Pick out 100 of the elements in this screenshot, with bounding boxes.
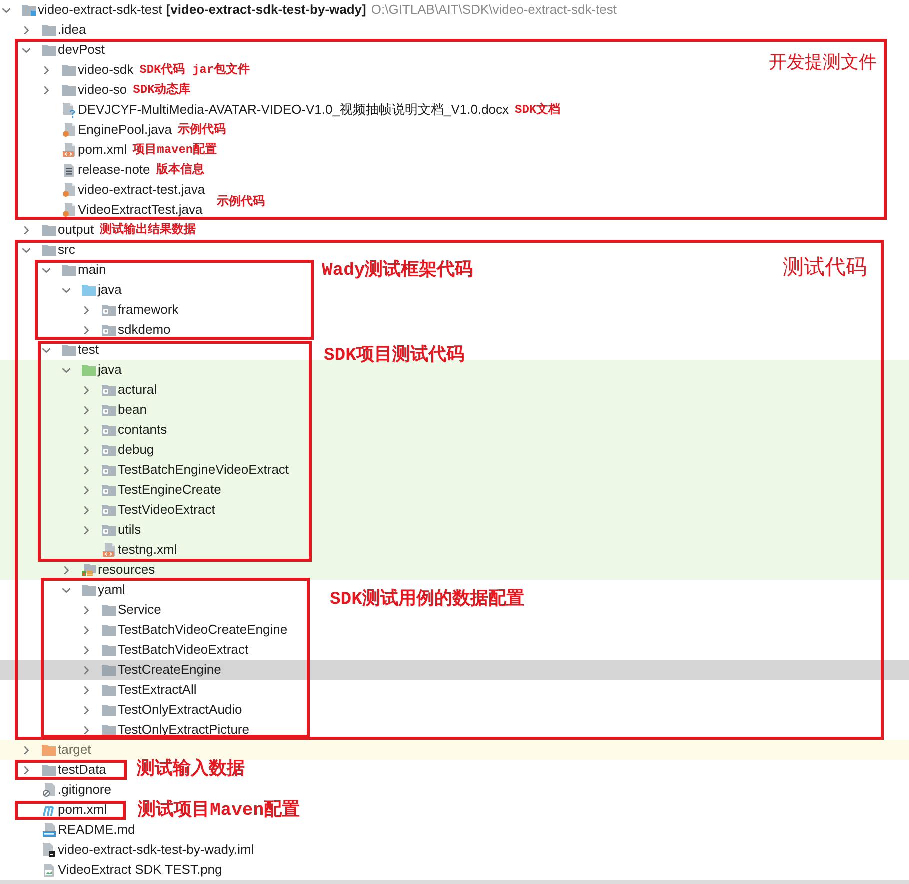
tree-row[interactable]: video-so SDK动态库 — [0, 80, 191, 100]
folder-icon — [62, 84, 76, 96]
tree-row[interactable]: TestCreateEngine — [0, 660, 909, 680]
tree-row[interactable]: Service — [0, 600, 162, 620]
folder-icon — [82, 584, 96, 596]
chevron-icon[interactable] — [84, 486, 89, 494]
tree-row[interactable]: src — [0, 240, 76, 260]
annotation-label: 示例代码 — [217, 194, 265, 210]
package-folder-icon — [102, 464, 116, 476]
tree-row[interactable]: java — [0, 280, 122, 300]
item-name: TestBatchEngineVideoExtract — [118, 463, 290, 477]
tree-row[interactable]: TestVideoExtract — [0, 500, 909, 520]
package-folder-icon — [102, 384, 116, 396]
chevron-icon[interactable] — [22, 48, 31, 52]
chevron-icon[interactable] — [22, 248, 31, 252]
chevron-icon[interactable] — [84, 466, 89, 474]
tree-row[interactable]: TestBatchVideoExtract — [0, 640, 249, 660]
chevron-icon[interactable] — [84, 406, 89, 414]
chevron-icon[interactable] — [44, 66, 49, 74]
tree-row[interactable]: contants — [0, 420, 909, 440]
chevron-icon[interactable] — [84, 726, 89, 734]
chevron-icon[interactable] — [42, 268, 51, 272]
tree-row[interactable]: video-extract-test.java — [0, 180, 206, 200]
item-name: video-sdk — [78, 63, 134, 77]
chevron-icon[interactable] — [84, 606, 89, 614]
item-name: devPost — [58, 43, 105, 57]
chevron-icon[interactable] — [84, 526, 89, 534]
tree-row[interactable]: TestBatchEngineVideoExtract — [0, 460, 909, 480]
chevron-icon[interactable] — [84, 386, 89, 394]
chevron-icon[interactable] — [84, 626, 89, 634]
tree-row[interactable]: framework — [0, 300, 179, 320]
chevron-icon[interactable] — [84, 686, 89, 694]
tree-row[interactable]: EnginePool.java 示例代码 — [0, 120, 226, 140]
chevron-icon[interactable] — [2, 8, 11, 12]
java-file-icon — [63, 203, 75, 217]
item-name: framework — [118, 303, 179, 317]
tree-row[interactable]: TestBatchVideoCreateEngine — [0, 620, 288, 640]
project-path: O:\GITLAB\AIT\SDK\video-extract-sdk-test — [371, 3, 617, 17]
tree-row[interactable]: target — [0, 740, 909, 760]
chevron-icon[interactable] — [84, 706, 89, 714]
tree-row[interactable]: TestExtractAll — [0, 680, 197, 700]
tree-row[interactable]: bean — [0, 400, 909, 420]
tree-row[interactable]: README.md — [0, 820, 136, 840]
chevron-icon[interactable] — [42, 348, 51, 352]
chevron-icon[interactable] — [24, 226, 29, 234]
item-name: video-extract-sdk-test — [38, 3, 162, 17]
chevron-icon[interactable] — [64, 566, 69, 574]
tree-row[interactable]: VideoExtractTest.java — [0, 200, 203, 220]
tree-row[interactable]: actural — [0, 380, 909, 400]
folder-icon — [42, 764, 56, 776]
item-name: java — [98, 363, 122, 377]
tree-row[interactable]: devPost — [0, 40, 105, 60]
tree-row[interactable]: testng.xml — [0, 540, 909, 560]
folder-icon — [102, 664, 116, 676]
tree-row[interactable]: TestOnlyExtractAudio — [0, 700, 242, 720]
tree-row[interactable]: video-extract-sdk-test [video-extract-sdk-test-by-wady] O:\GITLAB\AIT\SDK\video-extract-sdk-test — [0, 0, 617, 20]
item-name: utils — [118, 523, 142, 537]
folder-icon — [42, 244, 56, 256]
tree-row[interactable]: .idea — [0, 20, 86, 40]
chevron-icon[interactable] — [84, 506, 89, 514]
chevron-icon[interactable] — [62, 588, 71, 592]
tree-row[interactable]: sdkdemo — [0, 320, 171, 340]
item-name: java — [98, 283, 122, 297]
tree-row[interactable]: video-sdk SDK代码 jar包文件 — [0, 60, 250, 80]
chevron-icon[interactable] — [24, 26, 29, 34]
chevron-icon[interactable] — [84, 306, 89, 314]
tree-row[interactable]: output 测试输出结果数据 — [0, 220, 196, 240]
tree-row[interactable]: test — [0, 340, 99, 360]
chevron-icon[interactable] — [24, 766, 29, 774]
chevron-icon[interactable] — [84, 646, 89, 654]
tree-row[interactable]: yaml — [0, 580, 126, 600]
tree-row[interactable]: release-note 版本信息 — [0, 160, 204, 180]
tree-row[interactable]: testData — [0, 760, 106, 780]
tree-row[interactable]: .gitignore — [0, 780, 112, 800]
chevron-icon[interactable] — [84, 446, 89, 454]
tree-row[interactable]: debug — [0, 440, 909, 460]
item-name: VideoExtract SDK TEST.png — [58, 863, 222, 877]
m-logo-icon — [42, 804, 56, 816]
package-folder-icon — [102, 324, 116, 336]
chevron-icon[interactable] — [62, 288, 71, 292]
chevron-icon[interactable] — [84, 666, 89, 674]
tree-row[interactable]: VideoExtract SDK TEST.png — [0, 860, 222, 880]
chevron-icon[interactable] — [44, 86, 49, 94]
chevron-icon[interactable] — [24, 746, 29, 754]
tree-row[interactable]: resources — [0, 560, 909, 580]
tree-row[interactable]: pom.xml 项目maven配置 — [0, 140, 218, 160]
chevron-icon[interactable] — [62, 368, 71, 372]
tree-row[interactable]: TestEngineCreate — [0, 480, 909, 500]
tree-row[interactable]: DEVJCYF-MultiMedia-AVATAR-VIDEO-V1.0_视频抽帧说明文档_V1.0.docx SDK文档 — [0, 100, 561, 120]
tree-row[interactable]: main — [0, 260, 106, 280]
module-folder-icon — [22, 4, 36, 16]
annotation-label: 测试代码 — [783, 255, 867, 281]
chevron-icon[interactable] — [84, 426, 89, 434]
tree-row[interactable]: pom.xml — [0, 800, 108, 820]
chevron-icon[interactable] — [84, 326, 89, 334]
tree-row[interactable]: TestOnlyExtractPicture — [0, 720, 250, 740]
tree-row[interactable]: video-extract-sdk-test-by-wady.iml — [0, 840, 254, 860]
item-name: actural — [118, 383, 158, 397]
item-name: TestVideoExtract — [118, 503, 216, 517]
tree-row[interactable]: utils — [0, 520, 909, 540]
